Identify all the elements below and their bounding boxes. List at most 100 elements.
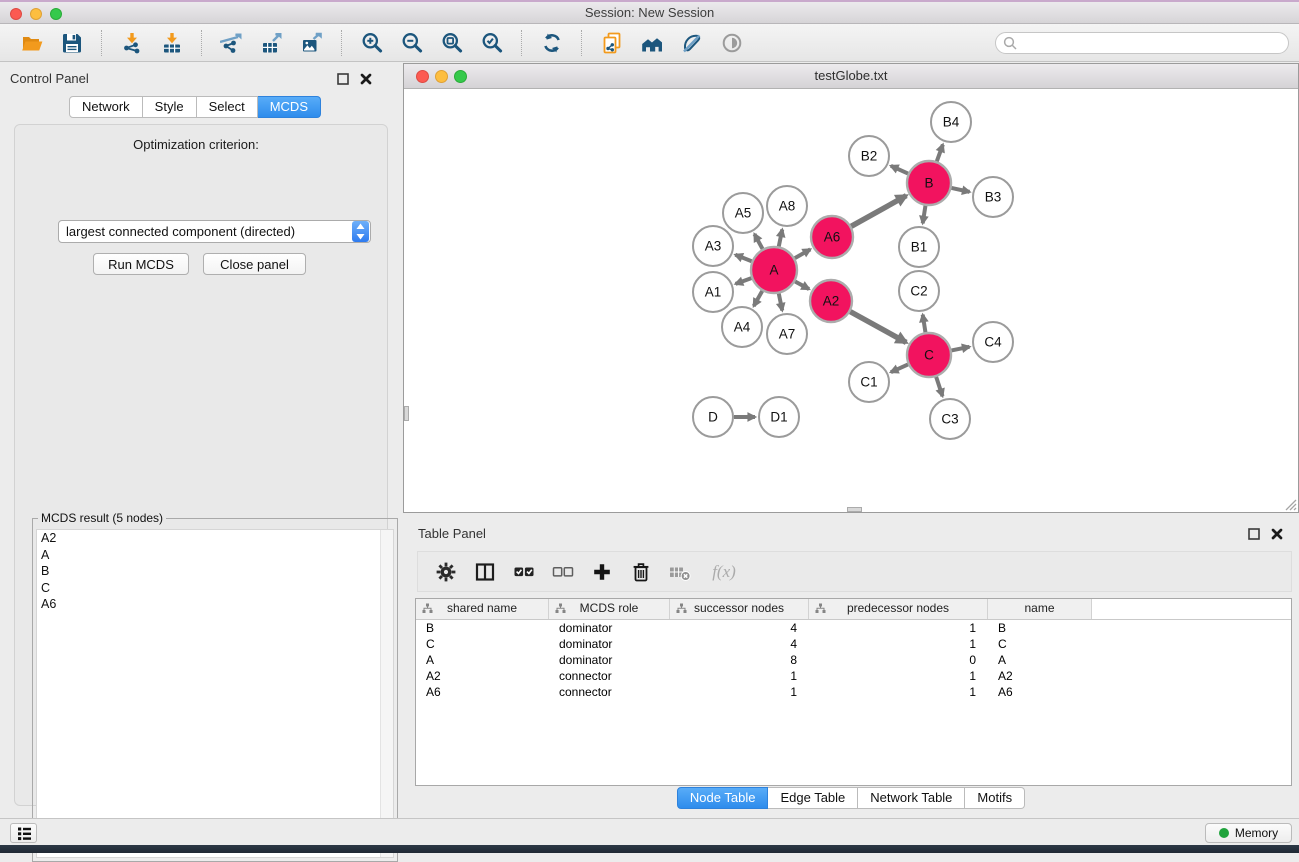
graph-node-label: C2	[910, 284, 927, 299]
graph-node-label: A	[769, 263, 778, 278]
memory-button[interactable]: Memory	[1205, 823, 1292, 843]
export-table-button[interactable]	[255, 28, 289, 58]
network-zoom-button[interactable]	[454, 70, 467, 83]
table-row[interactable]: Cdominator41C	[416, 636, 1291, 652]
table-cell: 4	[670, 637, 809, 651]
search-box[interactable]	[995, 32, 1289, 54]
gear-button[interactable]	[434, 560, 458, 584]
fx-button: f(x)	[707, 560, 741, 584]
save-session-button[interactable]	[55, 28, 89, 58]
zoom-window-button[interactable]	[50, 8, 62, 20]
export-image-button[interactable]	[295, 28, 329, 58]
table-tab-node-table[interactable]: Node Table	[677, 787, 769, 809]
table-tab-edge-table[interactable]: Edge Table	[768, 787, 858, 809]
graph-edge-A-A8[interactable]	[779, 230, 782, 247]
column-header-successor-nodes[interactable]: successor nodes	[670, 599, 809, 619]
window-controls	[10, 7, 70, 25]
control-tab-mcds[interactable]: MCDS	[258, 96, 321, 118]
close-panel-button[interactable]: Close panel	[203, 253, 306, 275]
column-header-shared-name[interactable]: shared name	[416, 599, 549, 619]
graph-edge-C-C1[interactable]	[891, 364, 908, 372]
main-titlebar: Session: New Session	[0, 0, 1299, 24]
table-tab-network-table[interactable]: Network Table	[858, 787, 965, 809]
optimization-select[interactable]: largest connected component (directed)	[58, 220, 371, 243]
graph-node-label: A2	[823, 294, 840, 309]
graph-edge-A-A1[interactable]	[736, 278, 752, 284]
mcds-result-item[interactable]: A6	[37, 596, 393, 613]
deselect-checks-button[interactable]	[551, 560, 575, 584]
graph-edge-C-C4[interactable]	[952, 347, 970, 351]
graph-edge-A6-B[interactable]	[851, 196, 906, 227]
task-history-button[interactable]	[10, 823, 37, 843]
memory-status-icon	[1219, 828, 1229, 838]
run-mcds-button[interactable]: Run MCDS	[93, 253, 189, 275]
graph-edge-C-C2[interactable]	[923, 315, 926, 333]
network-minimize-button[interactable]	[435, 70, 448, 83]
mcds-result-item[interactable]: C	[37, 580, 393, 597]
table-row[interactable]: A2connector11A2	[416, 668, 1291, 684]
zoom-out-button[interactable]	[395, 28, 429, 58]
table-cell: A2	[988, 669, 1092, 683]
table-row[interactable]: A6connector11A6	[416, 684, 1291, 700]
refresh-button[interactable]	[535, 28, 569, 58]
graph-edge-B-B3[interactable]	[951, 188, 969, 192]
graph-edge-B-B2[interactable]	[891, 166, 908, 174]
column-header-MCDS-role[interactable]: MCDS role	[549, 599, 670, 619]
node-table[interactable]: shared nameMCDS rolesuccessor nodesprede…	[415, 598, 1292, 786]
table-row[interactable]: Bdominator41B	[416, 620, 1291, 636]
graph-edge-B-B4[interactable]	[937, 145, 943, 162]
close-table-panel-icon[interactable]	[1269, 526, 1285, 542]
search-input[interactable]	[1018, 33, 1288, 53]
network-window-titlebar[interactable]: testGlobe.txt	[404, 64, 1298, 89]
graph-edge-A-A4[interactable]	[754, 291, 763, 306]
resize-grip-icon[interactable]	[1284, 498, 1297, 511]
trash-button[interactable]	[629, 560, 653, 584]
table-panel-title: Table Panel	[418, 526, 486, 541]
select-all-checks-button[interactable]	[512, 560, 536, 584]
split-columns-button[interactable]	[473, 560, 497, 584]
column-header-name[interactable]: name	[988, 599, 1092, 619]
graph-edge-A-A5[interactable]	[754, 234, 762, 249]
mcds-result-list[interactable]: A2ABCA6	[36, 529, 394, 858]
network-canvas[interactable]: B4B2BB3A5A8A6A3AB1A1C2A2A4A7CC4C1C3DD1	[405, 89, 1298, 512]
control-tab-network[interactable]: Network	[69, 96, 143, 118]
network-close-button[interactable]	[416, 70, 429, 83]
graph-edge-A-A3[interactable]	[735, 255, 751, 261]
zoom-fit-button[interactable]	[435, 28, 469, 58]
graph-edge-A-A2[interactable]	[795, 281, 809, 289]
toggle-views-button[interactable]	[715, 28, 749, 58]
column-header-predecessor-nodes[interactable]: predecessor nodes	[809, 599, 988, 619]
close-window-button[interactable]	[10, 8, 22, 20]
home-button[interactable]	[635, 28, 669, 58]
clone-network-button[interactable]	[595, 28, 629, 58]
zoom-in-button[interactable]	[355, 28, 389, 58]
mcds-result-item[interactable]: B	[37, 563, 393, 580]
table-row[interactable]: Adominator80A	[416, 652, 1291, 668]
add-plus-button[interactable]	[590, 560, 614, 584]
table-tab-motifs[interactable]: Motifs	[965, 787, 1025, 809]
import-network-icon	[120, 31, 144, 55]
close-panel-icon[interactable]	[358, 71, 374, 87]
open-session-button[interactable]	[15, 28, 49, 58]
graph-edge-A2-C[interactable]	[850, 312, 906, 343]
mcds-result-item[interactable]: A2	[37, 530, 393, 547]
minimize-window-button[interactable]	[30, 8, 42, 20]
graph-edge-A-A6[interactable]	[795, 249, 810, 258]
network-vertical-scrollthumb[interactable]	[404, 406, 409, 421]
network-horizontal-scrollthumb[interactable]	[847, 507, 862, 512]
export-network-button[interactable]	[215, 28, 249, 58]
graph-node-label: A3	[705, 239, 722, 254]
graph-edge-C-C3[interactable]	[936, 377, 942, 396]
graph-edge-B-B1[interactable]	[923, 206, 926, 224]
graph-edge-A-A7[interactable]	[779, 294, 782, 311]
control-tab-style[interactable]: Style	[143, 96, 197, 118]
apply-style-button[interactable]	[675, 28, 709, 58]
mcds-result-item[interactable]: A	[37, 547, 393, 564]
import-network-button[interactable]	[115, 28, 149, 58]
import-table-button[interactable]	[155, 28, 189, 58]
list-scrollbar[interactable]	[380, 530, 393, 857]
zoom-selected-button[interactable]	[475, 28, 509, 58]
float-panel-icon[interactable]	[335, 71, 351, 87]
float-table-panel-icon[interactable]	[1246, 526, 1262, 542]
control-tab-select[interactable]: Select	[197, 96, 258, 118]
